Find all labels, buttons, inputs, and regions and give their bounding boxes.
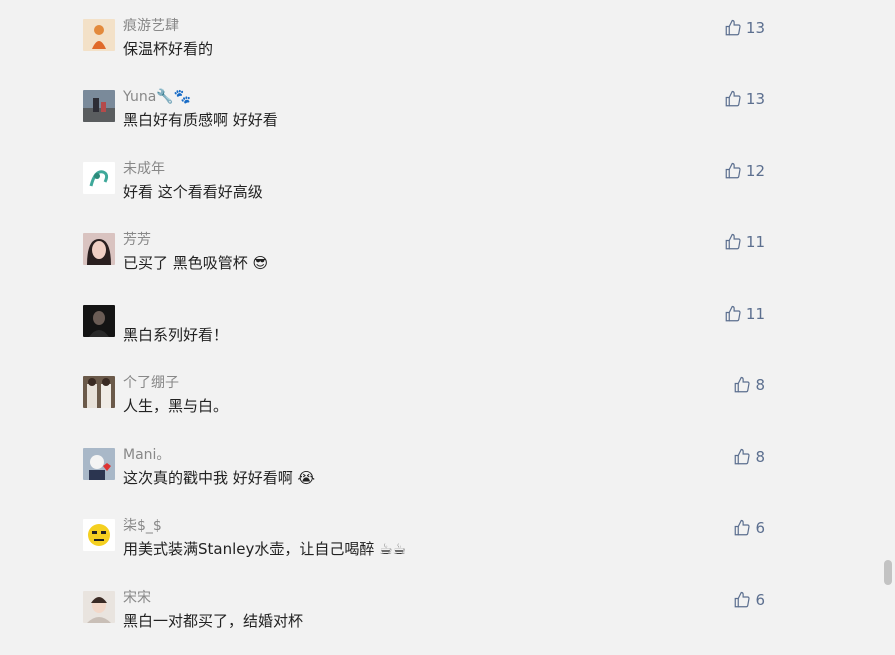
avatar[interactable]	[83, 19, 115, 51]
comment-item: 芳芳 已买了 黑色吸管杯 😎 11	[0, 231, 880, 293]
comment-text: 用美式装满Stanley水壶，让自己喝醉 ☕☕	[123, 540, 407, 558]
like-button[interactable]: 6	[715, 589, 765, 611]
avatar[interactable]	[83, 162, 115, 194]
thumbs-up-icon	[725, 305, 741, 322]
thumbs-up-icon	[735, 591, 751, 608]
like-count: 11	[745, 305, 765, 323]
comment-username[interactable]: Yuna🔧🐾	[123, 88, 191, 106]
comment-item: Yuna🔧🐾 黑白好有质感啊 好好看 13	[0, 88, 880, 150]
comment-item: 柒$_$ 用美式装满Stanley水壶，让自己喝醉 ☕☕ 6	[0, 517, 880, 579]
like-count: 6	[755, 519, 765, 537]
comment-username[interactable]: 宋宋	[123, 589, 151, 607]
thumbs-up-icon	[735, 448, 751, 465]
avatar[interactable]	[83, 591, 115, 623]
thumbs-up-icon	[735, 376, 751, 393]
like-button[interactable]: 6	[715, 517, 765, 539]
comment-text: 这次真的戳中我 好好看啊 😭	[123, 469, 316, 487]
like-button[interactable]: 11	[715, 303, 765, 325]
comment-item: 痕游艺肆 保温杯好看的 13	[0, 17, 880, 79]
thumbs-up-icon	[725, 19, 741, 36]
comment-item: 个了绷子 人生，黑与白。 8	[0, 374, 880, 436]
comment-username[interactable]: 柒$_$	[123, 517, 162, 535]
comment-item: 黑白系列好看！ 11	[0, 305, 880, 365]
comment-text: 黑白系列好看！	[123, 326, 229, 344]
comment-text: 保温杯好看的	[123, 40, 214, 58]
avatar[interactable]	[83, 90, 115, 122]
like-button[interactable]: 8	[715, 446, 765, 468]
thumbs-up-icon	[725, 162, 741, 179]
comment-text: 好看 这个看看好高级	[123, 183, 263, 201]
like-count: 12	[745, 162, 765, 180]
like-button[interactable]: 8	[715, 374, 765, 396]
like-button[interactable]: 11	[715, 231, 765, 253]
like-count: 8	[755, 448, 765, 466]
comment-text: 人生，黑与白。	[123, 397, 229, 415]
comment-text: 黑白一对都买了，结婚对杯	[123, 612, 304, 630]
like-button[interactable]: 13	[715, 88, 765, 110]
scrollbar-thumb[interactable]	[884, 560, 892, 585]
like-button[interactable]: 13	[715, 17, 765, 39]
like-count: 11	[745, 233, 765, 251]
like-count: 6	[755, 591, 765, 609]
like-count: 13	[745, 19, 765, 37]
comment-item: 宋宋 黑白一对都买了，结婚对杯 6	[0, 589, 880, 651]
like-button[interactable]: 12	[715, 160, 765, 182]
comment-username[interactable]: 未成年	[123, 160, 165, 178]
scrollbar[interactable]	[881, 0, 895, 655]
comment-text: 已买了 黑色吸管杯 😎	[123, 254, 269, 272]
avatar[interactable]	[83, 233, 115, 265]
avatar[interactable]	[83, 519, 115, 551]
comment-list: 痕游艺肆 保温杯好看的 13 Yuna🔧🐾 黑白好有质感啊 好好看 13 未成年…	[0, 0, 880, 655]
thumbs-up-icon	[725, 90, 741, 107]
avatar[interactable]	[83, 448, 115, 480]
comment-username[interactable]: 痕游艺肆	[123, 17, 179, 35]
thumbs-up-icon	[735, 519, 751, 536]
comment-username[interactable]: 芳芳	[123, 231, 151, 249]
comment-text: 黑白好有质感啊 好好看	[123, 111, 278, 129]
avatar[interactable]	[83, 305, 115, 337]
avatar[interactable]	[83, 376, 115, 408]
comment-item: 未成年 好看 这个看看好高级 12	[0, 160, 880, 222]
thumbs-up-icon	[725, 233, 741, 250]
comment-item: Mani。 这次真的戳中我 好好看啊 😭 8	[0, 446, 880, 508]
like-count: 8	[755, 376, 765, 394]
comment-username[interactable]: Mani。	[123, 446, 170, 464]
like-count: 13	[745, 90, 765, 108]
comment-username[interactable]: 个了绷子	[123, 374, 179, 392]
